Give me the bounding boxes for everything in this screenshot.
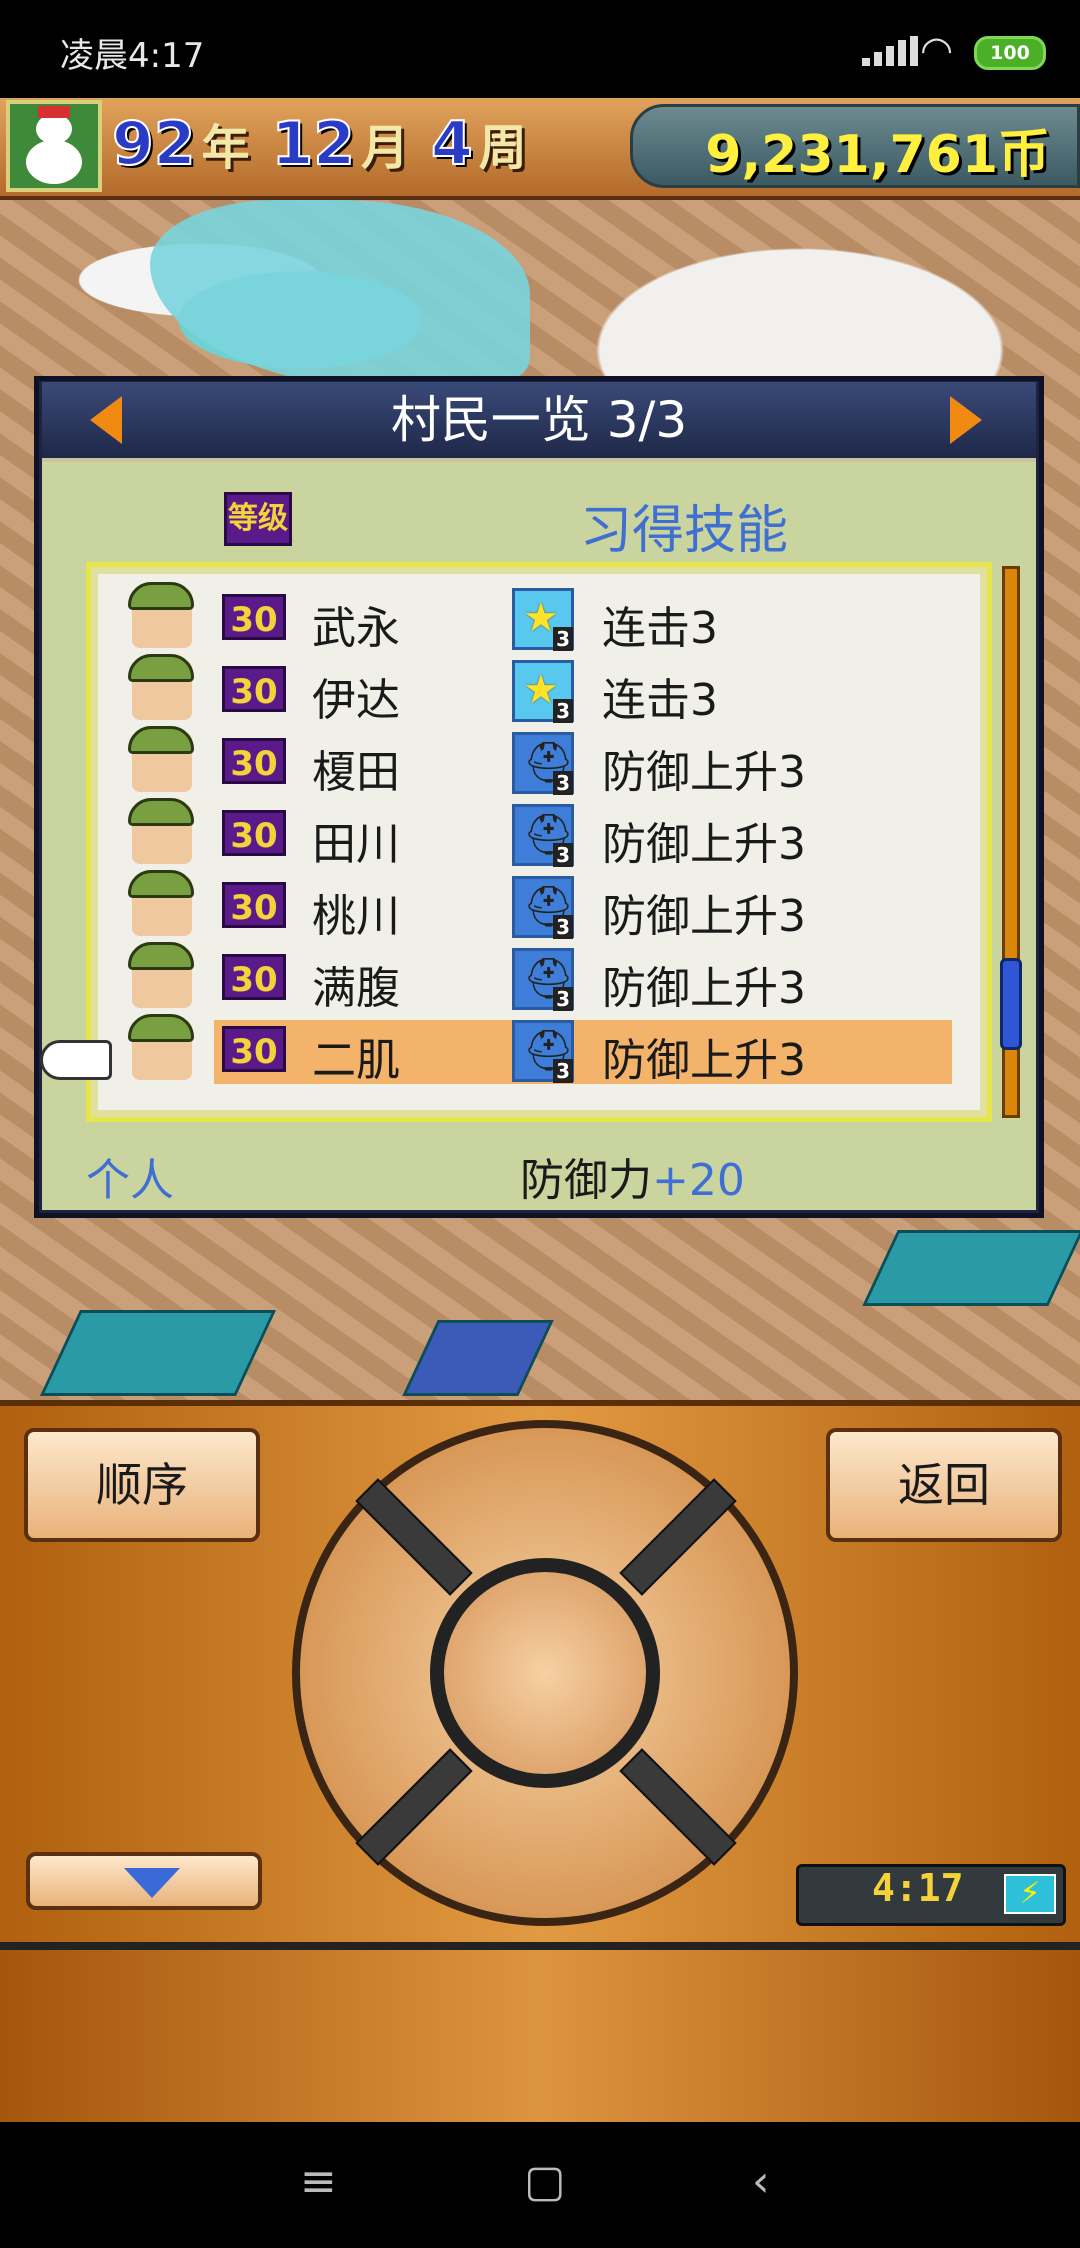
lower-panel: [0, 1942, 1080, 2130]
villager-name: 伊达: [312, 675, 400, 726]
skill-name: 防御上升3: [602, 819, 806, 870]
skill-name: 连击3: [602, 675, 718, 726]
star-icon: ★ 3: [512, 588, 574, 651]
signal-icon: [862, 36, 918, 66]
building-roof: [862, 1230, 1080, 1306]
detail-stat: 防御力+20: [520, 1144, 745, 1208]
column-header-skill: 习得技能: [580, 501, 789, 561]
list-item[interactable]: 30 榎田 ⛑ 3 防御上升3: [98, 726, 980, 798]
list-item[interactable]: 30 武永 ★ 3 连击3: [98, 582, 980, 654]
star-icon: ★ 3: [512, 660, 574, 723]
wifi-icon: ◠: [920, 28, 954, 72]
list-item[interactable]: 30 伊达 ★ 3 连击3: [98, 654, 980, 726]
villager-name: 二肌: [312, 1035, 400, 1086]
level-badge: 30: [222, 666, 286, 712]
year-unit: 年: [201, 120, 250, 176]
status-time: 凌晨4:17: [60, 36, 205, 76]
skill-name: 防御上升3: [602, 1035, 806, 1086]
dpad-center-button[interactable]: [430, 1558, 660, 1788]
dialog-title: 村民一览 3/3: [390, 391, 688, 449]
back-icon[interactable]: ‹: [752, 2156, 770, 2207]
level-badge: 30: [222, 738, 286, 784]
level-badge: 30: [222, 1026, 286, 1072]
villager-hat: [128, 942, 194, 970]
scrollbar-thumb[interactable]: [1000, 958, 1022, 1050]
detail-scope-label: 个人: [86, 1155, 174, 1206]
villager-hat: [128, 870, 194, 898]
menu-icon[interactable]: ≡: [300, 2156, 337, 2207]
home-icon[interactable]: ▢: [524, 2156, 566, 2207]
villager-name: 桃川: [312, 891, 400, 942]
stat-value: +20: [652, 1155, 745, 1206]
level-badge: 30: [222, 882, 286, 928]
back-button[interactable]: 返回: [826, 1428, 1062, 1542]
skill-name: 防御上升3: [602, 963, 806, 1014]
villager-name: 武永: [312, 603, 400, 654]
helmet-icon: ⛑ 3: [512, 1020, 574, 1083]
list-item[interactable]: 30 田川 ⛑ 3 防御上升3: [98, 798, 980, 870]
week-value: 4: [430, 108, 474, 180]
helmet-icon: ⛑ 3: [512, 876, 574, 939]
order-button[interactable]: 顺序: [24, 1428, 260, 1542]
skill-name: 连击3: [602, 603, 718, 654]
villager-list[interactable]: 30 武永 ★ 3 连击3 30 伊达 ★ 3 连击3 30 榎田 ⛑ 3 防御上升3…: [98, 574, 980, 1110]
level-badge: 30: [222, 594, 286, 640]
level-badge: 30: [222, 954, 286, 1000]
month-value: 12: [271, 108, 356, 180]
skill-name: 防御上升3: [602, 891, 806, 942]
clock-time: 4:17: [872, 1866, 964, 1910]
down-arrow-icon: [124, 1868, 180, 1898]
list-item-selected[interactable]: 30 二肌 ⛑ 3 防御上升3: [98, 1014, 980, 1086]
villager-hat: [128, 654, 194, 682]
stat-label: 防御力: [520, 1155, 652, 1206]
week-unit: 周: [478, 120, 527, 176]
scroll-down-button[interactable]: [26, 1852, 262, 1910]
villager-hat: [128, 1014, 194, 1042]
helmet-icon: ⛑ 3: [512, 804, 574, 867]
game-date: 92 年 12 月 4 周: [111, 108, 543, 180]
status-bar: 凌晨4:17 ◠ 100: [0, 0, 1080, 98]
helmet-icon: ⛑ 3: [512, 732, 574, 795]
villager-name: 满腹: [312, 963, 400, 1014]
snowman-icon: [6, 100, 102, 192]
villager-hat: [128, 726, 194, 754]
skill-name: 防御上升3: [602, 747, 806, 798]
battery-icon: 100: [974, 36, 1046, 70]
villager-hat: [128, 798, 194, 826]
pointing-hand-icon: [40, 1040, 112, 1080]
helmet-icon: ⛑ 3: [512, 948, 574, 1011]
list-item[interactable]: 30 满腹 ⛑ 3 防御上升3: [98, 942, 980, 1014]
villager-name: 田川: [312, 819, 400, 870]
coin-count: 9,231,761币: [705, 125, 1050, 185]
villager-hat: [128, 582, 194, 610]
column-header-level: 等级: [224, 492, 292, 546]
year-value: 92: [111, 108, 196, 180]
list-item[interactable]: 30 桃川 ⛑ 3 防御上升3: [98, 870, 980, 942]
level-badge: 30: [222, 810, 286, 856]
month-unit: 月: [361, 120, 410, 176]
charging-battery-icon: ⚡: [1004, 1874, 1056, 1914]
villager-name: 榎田: [312, 747, 400, 798]
building-roof: [39, 1310, 277, 1396]
navigation-bar: ≡ ▢ ‹: [0, 2122, 1080, 2248]
